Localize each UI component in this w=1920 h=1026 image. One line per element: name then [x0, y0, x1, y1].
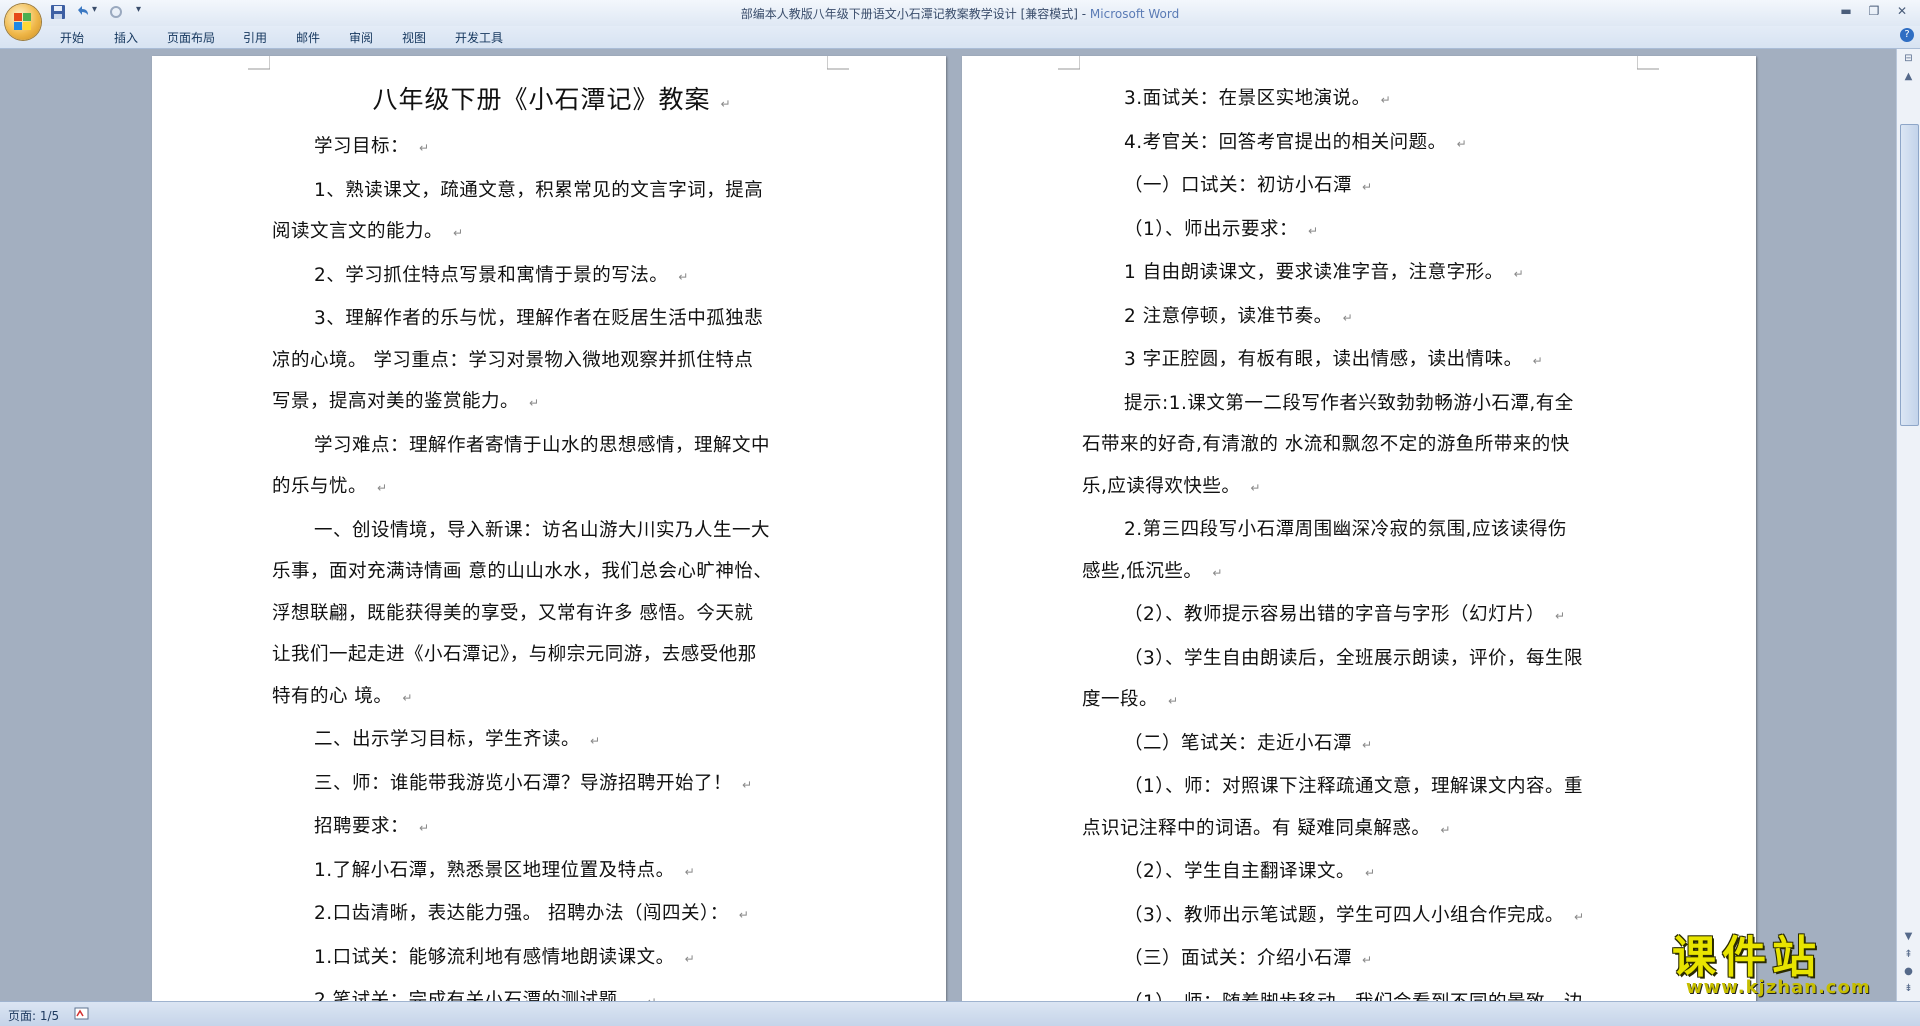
help-icon[interactable]: ?	[1900, 28, 1914, 42]
vertical-scrollbar[interactable]: ⊟ ▲ ▼ ⇞ ● ⇟	[1896, 49, 1920, 1001]
paragraph: 学习目标： ↵	[314, 136, 430, 157]
paragraph: 的乐与忧。 ↵	[272, 476, 388, 497]
paragraph: （3）、学生自由朗读后，全班展示朗读，评价，每生限	[1124, 647, 1584, 669]
paragraph: 凉的心境。 学习重点：学习对景物入微地观察并抓住特点	[272, 349, 754, 371]
page-content-right: 3.面试关：在景区实地演说。 ↵ 4.考官关：回答考官提出的相关问题。 ↵ （一）口…	[1082, 78, 1642, 1001]
tab-insert[interactable]: 插入	[114, 29, 138, 46]
paragraph: 1.口试关：能够流利地有感情地朗读课文。 ↵	[314, 946, 696, 968]
office-logo-icon	[14, 13, 32, 31]
page-content-left: 八年级下册《小石潭记》教案 ↵ 学习目标： ↵ 1、熟读课文，疏通文意，积累常见的文…	[272, 78, 832, 1001]
page-counter[interactable]: 页面: 1/5	[8, 1007, 59, 1024]
tab-references[interactable]: 引用	[243, 29, 267, 46]
paragraph: 2、学习抓住特点写景和寓情于景的写法。 ↵	[314, 264, 689, 286]
paragraph: 2.笔试关：完成有关小石潭的测试题。↵	[314, 990, 657, 1001]
margin-corner-mark	[1058, 56, 1080, 70]
ruler-toggle-icon[interactable]: ⊟	[1900, 51, 1917, 67]
browse-object-icon[interactable]: ●	[1900, 964, 1917, 980]
margin-corner-mark	[1637, 56, 1659, 70]
paragraph: 一、创设情境，导入新课：访名山游大川实乃人生一大	[314, 519, 771, 541]
app-name: Microsoft Word	[1089, 7, 1180, 21]
next-page-icon[interactable]: ⇟	[1900, 981, 1917, 997]
paragraph: 3.面试关：在景区实地演说。 ↵	[1124, 88, 1392, 109]
paragraph: 1、熟读课文，疏通文意，积累常见的文言字词，提高	[314, 179, 764, 201]
ribbon-tab-bar: 开始 插入 页面布局 引用 邮件 审阅 视图 开发工具 ?	[0, 26, 1920, 49]
document-page-left[interactable]: 八年级下册《小石潭记》教案 ↵ 学习目标： ↵ 1、熟读课文，疏通文意，积累常见的文…	[152, 56, 946, 1001]
minimize-icon[interactable]: ▬	[1834, 2, 1858, 20]
paragraph: 乐,应读得欢快些。 ↵	[1082, 475, 1261, 497]
paragraph: 阅读文言文的能力。 ↵	[272, 221, 464, 242]
close-icon[interactable]: ✕	[1890, 2, 1914, 20]
tab-review[interactable]: 审阅	[349, 29, 373, 46]
paragraph: 3、理解作者的乐与忧，理解作者在贬居生活中孤独悲	[314, 308, 764, 329]
office-button[interactable]	[5, 4, 41, 40]
paragraph: 学习难点：理解作者寄情于山水的思想感情，理解文中	[314, 434, 771, 456]
watermark-url: www.kjzhan.com	[1686, 977, 1871, 998]
paragraph: （1）、师：随着脚步移动，我们会看到不同的景致，边	[1082, 982, 1642, 1002]
tab-developer[interactable]: 开发工具	[455, 29, 503, 46]
paragraph: 提示:1.课文第一二段写作者兴致勃勃畅游小石潭,有全	[1124, 392, 1574, 414]
tab-page-layout[interactable]: 页面布局	[167, 29, 215, 46]
paragraph: 招聘要求： ↵	[314, 816, 430, 837]
paragraph: 4.考官关：回答考官提出的相关问题。 ↵	[1124, 131, 1468, 153]
paragraph: （3）、教师出示笔试题，学生可四人小组合作完成。 ↵	[1124, 904, 1585, 926]
document-page-right[interactable]: 3.面试关：在景区实地演说。 ↵ 4.考官关：回答考官提出的相关问题。 ↵ （一）口…	[962, 56, 1756, 1001]
restore-icon[interactable]: ❐	[1862, 2, 1886, 20]
paragraph: 1.了解小石潭，熟悉景区地理位置及特点。 ↵	[314, 859, 696, 881]
paragraph: 浮想联翩，既能获得美的享受，又常有许多 感悟。今天就	[272, 602, 754, 624]
paragraph: 点识记注释中的词语。有 疑难同桌解惑。 ↵	[1082, 817, 1451, 839]
paragraph: 度一段。 ↵	[1082, 689, 1179, 710]
margin-corner-mark	[248, 56, 270, 70]
scroll-up-icon[interactable]: ▲	[1900, 69, 1917, 85]
tab-mailings[interactable]: 邮件	[296, 29, 320, 46]
document-workspace: 八年级下册《小石潭记》教案 ↵ 学习目标： ↵ 1、熟读课文，疏通文意，积累常见的文…	[0, 49, 1896, 1001]
site-watermark: 课件站 www.kjzhan.com	[1668, 925, 1898, 1003]
paragraph: 感些,低沉些。 ↵	[1082, 560, 1223, 582]
window-title: 部编本人教版八年级下册语文小石潭记教案教学设计 [兼容模式] - Microso…	[0, 5, 1920, 22]
previous-page-icon[interactable]: ⇞	[1900, 947, 1917, 963]
paragraph: 石带来的好奇,有清澈的 水流和飘忽不定的游鱼所带来的快	[1082, 434, 1570, 455]
paragraph: 3 字正腔圆，有板有眼，读出情感，读出情味。 ↵	[1124, 349, 1544, 370]
paragraph: 2.第三四段写小石潭周围幽深冷寂的氛围,应该读得伤	[1124, 519, 1568, 540]
paragraph: 2.口齿清晰，表达能力强。 招聘办法（闯四关）： ↵	[314, 903, 750, 924]
paragraph: 写景，提高对美的鉴赏能力。 ↵	[272, 391, 540, 412]
paragraph: 二、出示学习目标，学生齐读。 ↵	[314, 729, 601, 750]
paragraph: 1 自由朗读课文，要求读准字音，注意字形。 ↵	[1124, 262, 1525, 283]
paragraph: 三、师：谁能带我游览小石潭？导游招聘开始了！ ↵	[314, 772, 753, 794]
paragraph: （2）、教师提示容易出错的字音与字形（幻灯片） ↵	[1124, 604, 1566, 625]
document-title-heading: 八年级下册《小石潭记》教案 ↵	[372, 85, 732, 114]
paragraph: 乐事，面对充满诗情画 意的山山水水，我们总会心旷神怡、	[272, 561, 773, 582]
paragraph: （1）、师出示要求： ↵	[1124, 218, 1319, 240]
proofing-icon[interactable]	[74, 1006, 90, 1020]
watermark-text: 课件站	[1672, 932, 1822, 983]
paragraph: 2 注意停顿，读准节奏。 ↵	[1124, 305, 1354, 327]
paragraph: （一）口试关：初访小石潭 ↵	[1124, 175, 1373, 196]
paragraph: （1）、师：对照课下注释疏通文意，理解课文内容。重	[1124, 776, 1584, 797]
paragraph: 让我们一起走进《小石潭记》，与柳宗元同游，去感受他那	[272, 644, 757, 665]
status-bar: 页面: 1/5	[0, 1001, 1920, 1026]
tab-home[interactable]: 开始	[60, 29, 84, 46]
paragraph: （三）面试关：介绍小石潭 ↵	[1124, 948, 1373, 969]
paragraph: 特有的心 境。 ↵	[272, 685, 413, 707]
scroll-down-icon[interactable]: ▼	[1900, 929, 1917, 945]
document-title: 部编本人教版八年级下册语文小石潭记教案教学设计 [兼容模式] -	[740, 7, 1090, 21]
scrollbar-thumb[interactable]	[1900, 124, 1919, 426]
tab-view[interactable]: 视图	[402, 29, 426, 46]
margin-corner-mark	[827, 56, 849, 70]
paragraph: （二）笔试关：走近小石潭 ↵	[1124, 732, 1373, 754]
paragraph: （2）、学生自主翻译课文。 ↵	[1124, 861, 1376, 882]
title-bar: ▾ ▾ 部编本人教版八年级下册语文小石潭记教案教学设计 [兼容模式] - Mic…	[0, 0, 1920, 40]
